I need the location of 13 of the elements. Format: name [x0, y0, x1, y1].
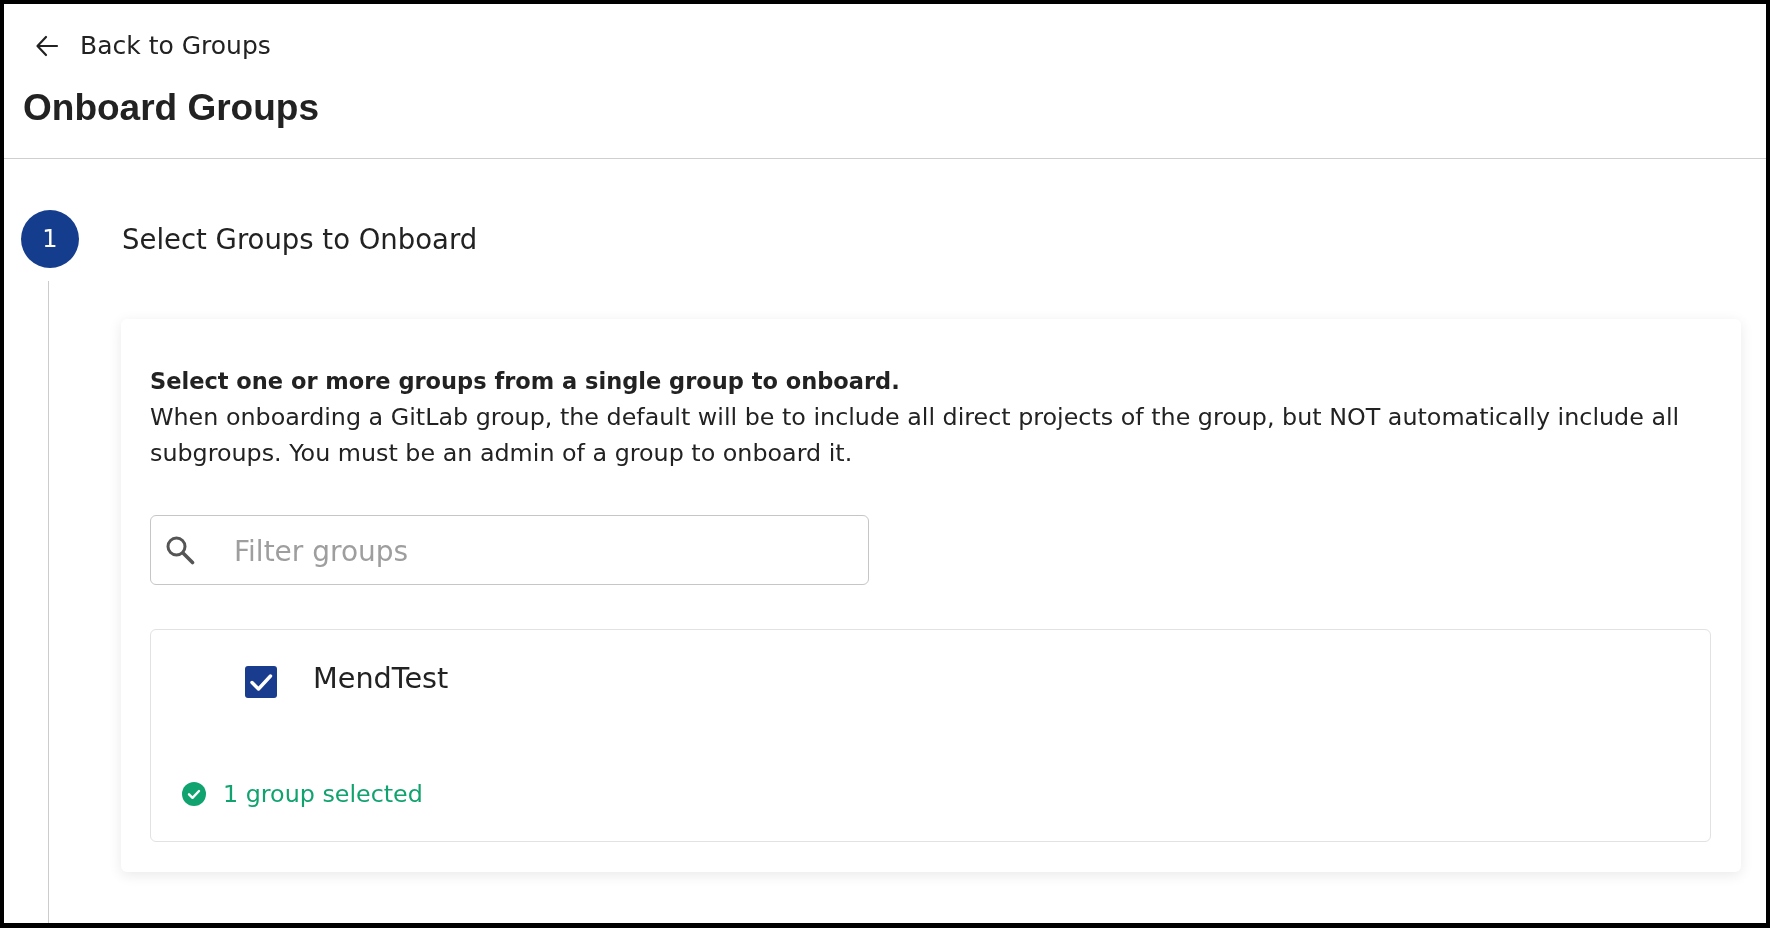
back-link[interactable]: Back to Groups [35, 31, 271, 61]
filter-field[interactable]: Filter groups [150, 515, 869, 585]
group-name: MendTest [313, 660, 449, 696]
card-heading: Select one or more groups from a single group to onboard. [150, 367, 901, 396]
arrow-left-icon [35, 34, 59, 58]
page-title: Onboard Groups [23, 86, 319, 130]
check-circle-icon [182, 782, 206, 806]
step-title: Select Groups to Onboard [122, 222, 478, 257]
step-number: 1 [21, 210, 79, 268]
card-description: When onboarding a GitLab group, the default will be to include all direct projects of the group, but NOT automatically include all subgroups. You must be an admin of a group to onboard it. [150, 402, 1681, 469]
selection-status: 1 group selected [223, 779, 423, 809]
checkbox[interactable] [245, 666, 277, 698]
search-icon [165, 535, 195, 565]
